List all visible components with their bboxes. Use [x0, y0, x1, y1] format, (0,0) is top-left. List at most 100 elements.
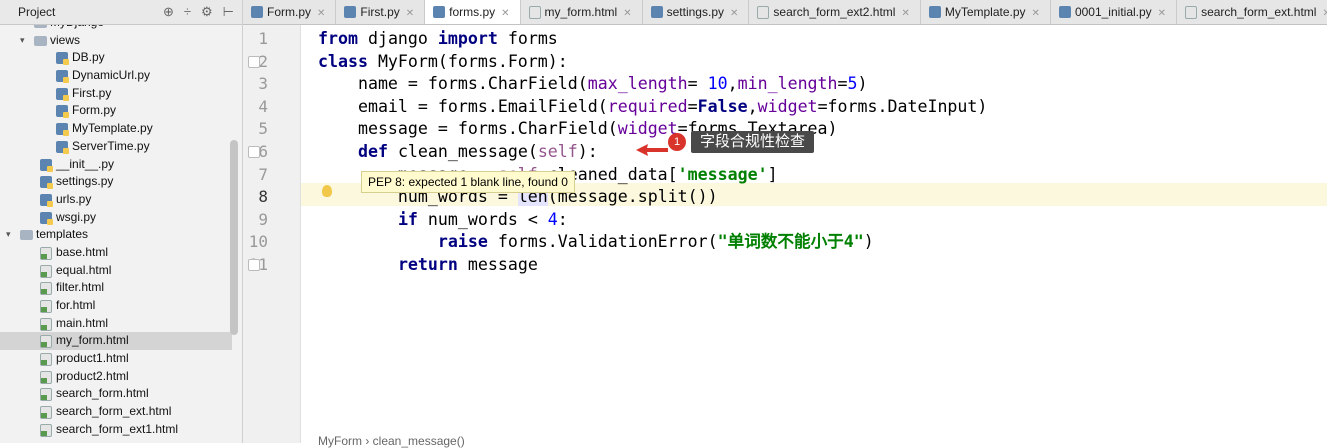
tree-item[interactable]: filter.html	[0, 279, 232, 297]
tree-item-label: DB.py	[72, 50, 105, 65]
editor-tab[interactable]: settings.py ✕	[643, 0, 750, 24]
code-token: 'message'	[677, 164, 768, 184]
folder-icon	[34, 35, 47, 46]
python-file-icon	[56, 70, 69, 84]
line-number: 4	[258, 96, 268, 116]
tree-item[interactable]: for.html	[0, 297, 232, 315]
python-file-icon	[40, 158, 53, 172]
html-file-icon	[40, 335, 52, 349]
editor-tab[interactable]: forms.py ✕	[425, 0, 521, 24]
editor-tab[interactable]: First.py ✕	[336, 0, 426, 24]
code-line[interactable]: return message	[318, 254, 538, 277]
tree-item[interactable]: __init__.py	[0, 156, 232, 174]
tree-item[interactable]: settings.py	[0, 173, 232, 191]
tree-item[interactable]: main.html	[0, 315, 232, 333]
tree-item[interactable]: DB.py	[0, 49, 232, 67]
fold-marker-icon[interactable]	[248, 259, 260, 271]
project-panel-title[interactable]: Project	[18, 5, 55, 19]
tree-item-label: MyTemplate.py	[72, 121, 153, 136]
tree-item[interactable]: equal.html	[0, 262, 232, 280]
html-file-icon	[40, 264, 52, 278]
lightbulb-icon[interactable]	[322, 185, 332, 197]
code-token: def	[357, 142, 388, 161]
tree-item[interactable]: MyTemplate.py	[0, 120, 232, 138]
folder-icon	[20, 230, 33, 241]
fold-marker-icon[interactable]	[248, 55, 260, 68]
code-line[interactable]: class MyForm(forms.Form):	[318, 51, 568, 74]
line-number: 5	[258, 119, 268, 139]
code-line[interactable]: email = forms.EmailField(required=False,…	[318, 96, 987, 119]
close-tab-icon[interactable]: ✕	[623, 8, 631, 19]
tab-label: settings.py	[666, 5, 724, 19]
code-token: =	[687, 96, 698, 116]
code-line[interactable]: name = forms.CharField(max_length= 10,mi…	[318, 73, 868, 96]
close-tab-icon[interactable]: ✕	[730, 8, 738, 19]
tree-item[interactable]: product2.html	[0, 368, 232, 386]
tree-item[interactable]: Form.py	[0, 102, 232, 120]
code-token: message = forms.CharField(	[318, 119, 618, 139]
python-file-icon	[650, 6, 663, 18]
close-tab-icon[interactable]: ✕	[901, 8, 909, 19]
html-file-icon	[40, 370, 52, 384]
tree-item[interactable]: DynamicUrl.py	[0, 67, 232, 85]
collapse-icon[interactable]: ÷	[184, 4, 191, 20]
editor-tab[interactable]: Form.py ✕	[243, 0, 337, 24]
html-file-icon	[528, 6, 541, 19]
tab-label: MyTemplate.py	[944, 5, 1026, 19]
tree-item-label: settings.py	[56, 174, 114, 189]
editor-tab[interactable]: search_form_ext.html ✕	[1177, 0, 1327, 24]
code-line[interactable]: raise forms.ValidationError("单词数不能小于4")	[318, 231, 874, 254]
code-line[interactable]: def clean_message(self):	[318, 141, 598, 164]
expand-arrow-icon[interactable]: ▾	[20, 32, 30, 50]
line-number: 1	[258, 29, 268, 48]
expand-arrow-icon[interactable]: ▾	[6, 226, 16, 244]
python-file-icon	[56, 140, 69, 154]
code-token: raise	[437, 232, 488, 252]
tree-item[interactable]: product1.html	[0, 350, 232, 368]
close-tab-icon[interactable]: ✕	[317, 8, 325, 19]
tree-item[interactable]: ServerTime.py	[0, 138, 232, 156]
code-line[interactable]: if num_words < 4:	[318, 209, 568, 232]
close-tab-icon[interactable]: ✕	[501, 8, 509, 19]
editor-tab[interactable]: 0001_initial.py ✕	[1051, 0, 1178, 24]
code-token: forms	[497, 29, 558, 48]
tree-item[interactable]: search_form_ext1.html	[0, 421, 232, 439]
code-line[interactable]: from django import forms	[318, 28, 558, 51]
code-token: forms.ValidationError(	[487, 232, 718, 252]
hide-icon[interactable]: ⊢	[223, 4, 234, 20]
close-tab-icon[interactable]: ✕	[1158, 8, 1166, 19]
tree-item[interactable]: search_form_ext.html	[0, 403, 232, 421]
tree-item-label: search_form.html	[56, 386, 149, 401]
tree-item[interactable]: ▾ views	[0, 32, 232, 50]
python-file-icon	[251, 6, 263, 18]
tab-label: 0001_initial.py	[1074, 5, 1152, 19]
tree-item[interactable]: my_form.html	[0, 332, 232, 351]
tree-item-label: search_form_ext1.html	[56, 421, 179, 436]
tree-item[interactable]: base.html	[0, 244, 232, 262]
close-tab-icon[interactable]: ✕	[406, 8, 414, 19]
project-scrollbar[interactable]	[230, 140, 238, 335]
code-token: =	[837, 74, 848, 94]
editor-tab[interactable]: my_form.html ✕	[521, 0, 643, 24]
editor-tab[interactable]: MyTemplate.py ✕	[921, 0, 1051, 24]
fold-marker-icon[interactable]	[248, 146, 260, 158]
tree-item[interactable]: ▾ templates	[0, 226, 232, 244]
code-editor[interactable]: from django import forms class MyForm(for…	[301, 25, 1327, 443]
line-number: 9	[258, 209, 268, 229]
gear-icon[interactable]: ⚙	[201, 4, 213, 20]
tree-item[interactable]: urls.py	[0, 191, 232, 209]
code-token: "单词数不能小于4"	[717, 232, 864, 252]
html-file-icon	[40, 423, 52, 437]
target-icon[interactable]: ⊕	[163, 4, 174, 20]
code-token: num_words <	[417, 209, 548, 229]
python-file-icon	[433, 6, 446, 18]
editor-tab[interactable]: search_form_ext2.html ✕	[749, 0, 921, 24]
tree-item[interactable]: search_form.html	[0, 385, 232, 403]
close-tab-icon[interactable]: ✕	[1322, 8, 1327, 19]
line-number-gutter: 1234567891011	[243, 25, 301, 443]
close-tab-icon[interactable]: ✕	[1032, 8, 1040, 19]
code-token: ,	[727, 74, 738, 94]
tree-item[interactable]: First.py	[0, 85, 232, 103]
breadcrumb[interactable]: MyForm › clean_message()	[318, 434, 465, 448]
tree-item[interactable]: wsgi.py	[0, 209, 232, 227]
